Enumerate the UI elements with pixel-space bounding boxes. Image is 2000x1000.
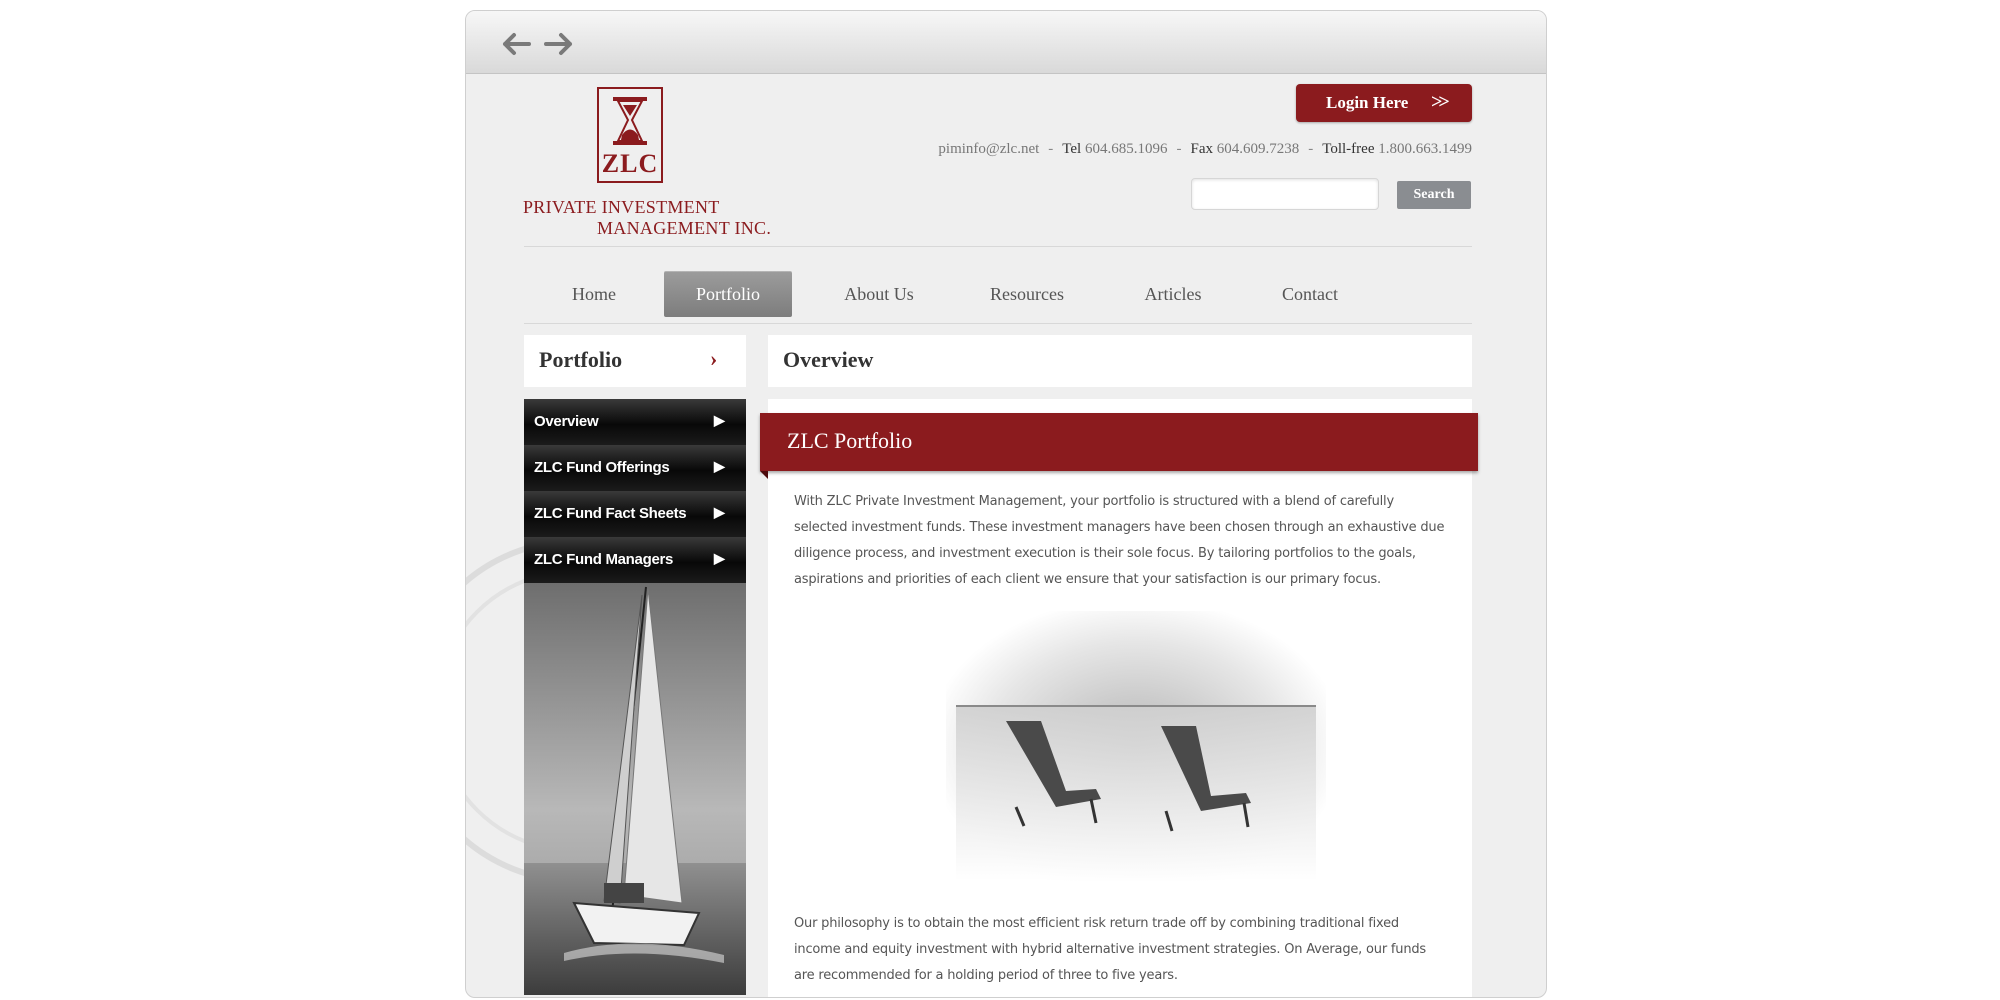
play-arrow-icon: ▶ (714, 504, 725, 520)
play-arrow-icon: ▶ (714, 412, 725, 428)
logo-frame: ZLC (597, 87, 663, 183)
fax-number: 604.609.7238 (1216, 141, 1300, 157)
sidebar-menu: Overview ▶ ZLC Fund Offerings ▶ ZLC Fund… (524, 399, 746, 995)
philosophy-paragraph: Our philosophy is to obtain the most eff… (794, 916, 1426, 983)
sidebar-item-label: ZLC Fund Managers (534, 551, 674, 568)
sidebar-item-fund-managers[interactable]: ZLC Fund Managers ▶ (524, 537, 746, 584)
separator: - (1308, 141, 1314, 157)
section-title: ZLC Portfolio (787, 428, 913, 453)
tollfree-label: Toll-free (1322, 141, 1375, 157)
back-arrow-icon[interactable] (499, 30, 533, 58)
ribbon-fold (760, 471, 768, 479)
sidebar-title: Portfolio (539, 347, 623, 372)
divider (524, 246, 1472, 247)
nav-item-about-us[interactable]: About Us (819, 271, 939, 317)
double-chevron-icon: >> (1431, 91, 1450, 113)
nav-item-articles[interactable]: Articles (1119, 271, 1227, 317)
tel-label: Tel (1062, 141, 1082, 157)
search-button[interactable]: Search (1397, 181, 1471, 209)
browser-toolbar (466, 11, 1546, 74)
forward-arrow-icon[interactable] (542, 30, 576, 58)
nav-item-resources[interactable]: Resources (964, 271, 1090, 317)
company-logo[interactable]: ZLC PRIVATE INVESTMENT MANAGEMENT INC. (523, 87, 771, 238)
section-ribbon: ZLC Portfolio (760, 413, 1478, 471)
fax-label: Fax (1190, 141, 1213, 157)
tel-number: 604.685.1096 (1084, 141, 1168, 157)
hourglass-icon (613, 97, 647, 145)
nav-item-portfolio[interactable]: Portfolio (664, 271, 792, 317)
page-title: Overview (783, 347, 874, 372)
nav-item-home[interactable]: Home (544, 271, 644, 317)
divider (524, 323, 1472, 324)
contact-info: piminfo@zlc.net - Tel 604.685.1096- Fax 604… (826, 141, 1472, 158)
sidebar-item-label: Overview (534, 413, 599, 430)
sidebar-item-fund-offerings[interactable]: ZLC Fund Offerings ▶ (524, 445, 746, 492)
play-arrow-icon: ▶ (714, 550, 725, 566)
chevron-right-icon: › (710, 346, 718, 371)
browser-window: ZLC PRIVATE INVESTMENT MANAGEMENT INC. L… (465, 10, 1547, 998)
sidebar-heading[interactable]: Portfolio › (524, 335, 746, 387)
separator: - (1176, 141, 1182, 157)
login-button[interactable]: Login Here >> (1296, 84, 1472, 122)
sidebar-item-fund-fact-sheets[interactable]: ZLC Fund Fact Sheets ▶ (524, 491, 746, 538)
login-label: Login Here (1326, 93, 1409, 112)
intro-paragraph: With ZLC Private Investment Management, … (794, 494, 1445, 587)
logo-mark: ZLC (601, 149, 659, 178)
tollfree-number: 1.800.663.1499 (1378, 141, 1472, 157)
sidebar-item-overview[interactable]: Overview ▶ (524, 399, 746, 446)
search-input[interactable] (1191, 178, 1379, 210)
sidebar-item-label: ZLC Fund Fact Sheets (534, 505, 687, 522)
nav-item-contact[interactable]: Contact (1254, 271, 1366, 317)
play-arrow-icon: ▶ (714, 458, 725, 474)
main-navigation: Home Portfolio About Us Resources Articl… (524, 261, 1472, 321)
main-heading: Overview (768, 335, 1472, 387)
sailboat-image (524, 583, 746, 995)
beach-chairs-image (946, 611, 1326, 881)
logo-text-line1: PRIVATE INVESTMENT (523, 197, 720, 217)
email-link[interactable]: piminfo@zlc.net (938, 141, 1039, 157)
sidebar-item-label: ZLC Fund Offerings (534, 459, 670, 476)
logo-text-line2: MANAGEMENT INC. (597, 218, 772, 238)
separator: - (1048, 141, 1054, 157)
